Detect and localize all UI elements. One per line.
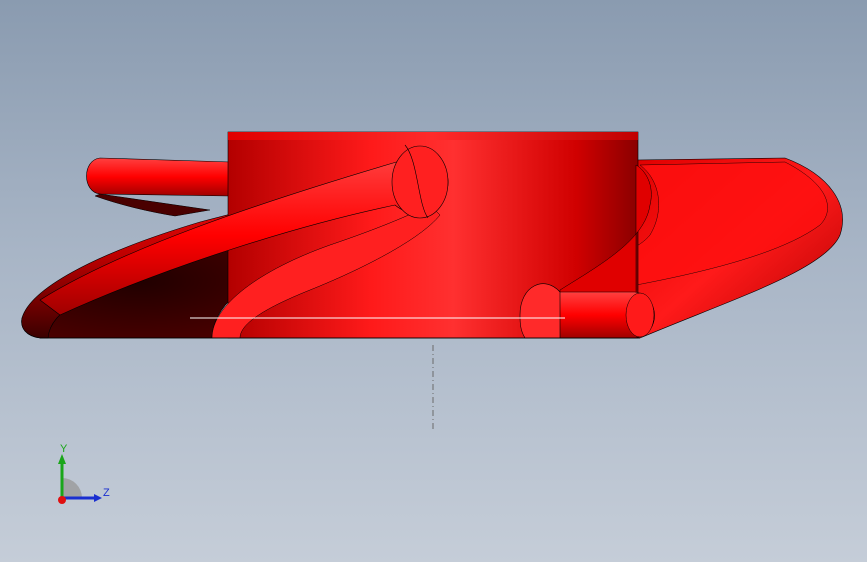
hub-top-band <box>228 132 638 140</box>
graphics-viewport[interactable]: Y Z <box>0 0 867 562</box>
tube-end-cap <box>391 145 449 219</box>
back-left-tube <box>86 157 231 197</box>
triad-z-label: Z <box>103 487 110 499</box>
impeller-model[interactable] <box>0 0 867 562</box>
triad-y-label: Y <box>60 443 68 455</box>
